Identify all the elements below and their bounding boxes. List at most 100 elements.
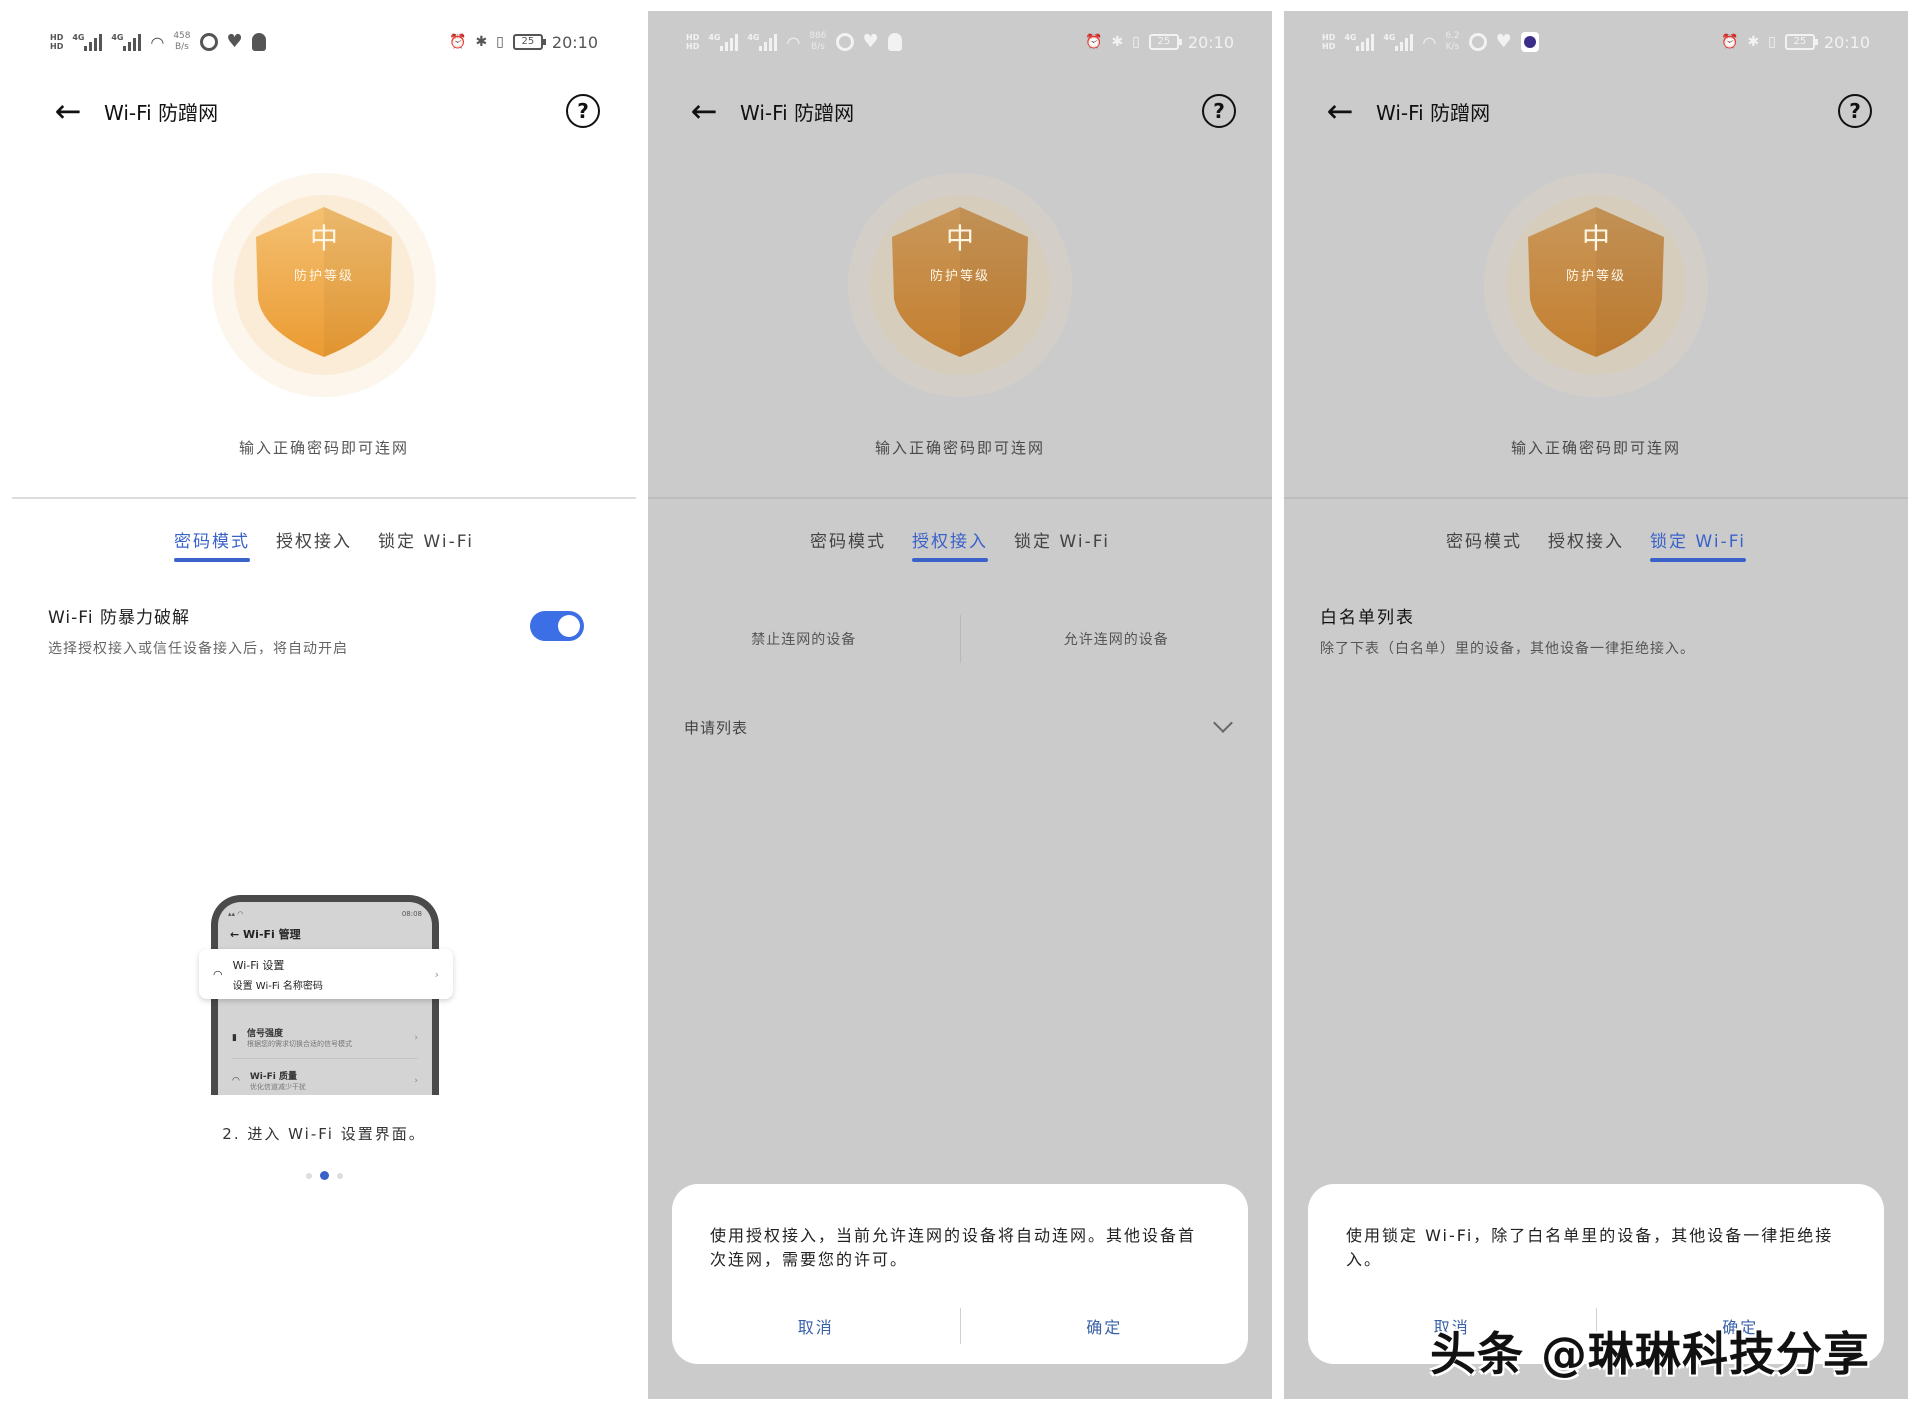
device-segments: 禁止连网的设备 允许连网的设备 bbox=[648, 615, 1272, 663]
mock-header: ← Wi-Fi 管理 bbox=[230, 926, 301, 942]
mock-card-title: Wi-Fi 设置 bbox=[232, 958, 285, 972]
cancel-button[interactable]: 取消 bbox=[672, 1314, 960, 1338]
signal-bars-icon: ▮ bbox=[232, 1032, 237, 1043]
alarm-icon: ⏰ bbox=[1085, 34, 1103, 50]
arrow-left-icon: ← bbox=[54, 92, 82, 130]
whitelist-title: 白名单列表 bbox=[1320, 608, 1415, 628]
tab-authorized-access[interactable]: 授权接入 bbox=[276, 527, 352, 562]
page-indicator bbox=[12, 1171, 636, 1180]
help-button[interactable]: ? bbox=[1202, 94, 1236, 128]
network-type-label: 4G bbox=[747, 33, 760, 42]
request-list-header[interactable]: 申请列表 bbox=[684, 707, 1236, 747]
page-dot-active[interactable] bbox=[319, 1171, 329, 1180]
network-speed: 6.2 K/s bbox=[1445, 31, 1459, 53]
signal-icon: 4G bbox=[111, 33, 142, 51]
wifi-icon: ◠ bbox=[232, 1075, 240, 1086]
confirm-button[interactable]: 确定 bbox=[961, 1314, 1249, 1338]
protection-level-badge: 中 防护等级 bbox=[212, 173, 436, 397]
tutorial-caption: 2. 进入 Wi-Fi 设置界面。 bbox=[222, 1125, 426, 1143]
app-notification-icon bbox=[1520, 32, 1539, 52]
network-speed: 886 B/s bbox=[809, 31, 826, 53]
screen-authorized-access: HD HD 4G 4G ◠ 886 B/s ♥ ⏰ ✱ ▯ 25 20:10 ← W… bbox=[648, 11, 1272, 1399]
vibrate-icon: ▯ bbox=[496, 34, 504, 50]
speed-unit: B/s bbox=[810, 42, 825, 52]
qq-icon bbox=[887, 33, 902, 51]
dialog-message: 使用授权接入，当前允许连网的设备将自动连网。其他设备首次连网，需要您的许可。 bbox=[710, 1226, 1197, 1269]
arrow-left-icon: ← bbox=[690, 92, 718, 130]
brute-force-toggle[interactable] bbox=[530, 611, 584, 641]
help-button[interactable]: ? bbox=[566, 94, 600, 128]
title-bar: ← Wi-Fi 防蹭网 ? bbox=[684, 81, 1236, 141]
battery-icon: 25 bbox=[1148, 34, 1182, 50]
blocked-devices-button[interactable]: 禁止连网的设备 bbox=[648, 615, 960, 663]
protection-level: 中 bbox=[1581, 222, 1610, 255]
protection-level-badge: 中 防护等级 bbox=[1484, 173, 1708, 397]
tutorial-illustration: ▴▴ ◠ 08:08 ← Wi-Fi 管理 ▮ 信号强度 根据您的需求切换合适的信号… bbox=[199, 881, 453, 1096]
divider bbox=[648, 497, 1272, 499]
mock-row-title: 信号强度 bbox=[246, 1029, 283, 1039]
question-icon: ? bbox=[1849, 99, 1861, 123]
title-bar: ← Wi-Fi 防蹭网 ? bbox=[1320, 81, 1872, 141]
tab-authorized-access[interactable]: 授权接入 bbox=[1548, 527, 1624, 562]
mock-card-subtitle: 设置 Wi-Fi 名称密码 bbox=[232, 980, 323, 992]
battery-level: 25 bbox=[1157, 36, 1171, 47]
status-bar: HD HD 4G 4G ◠ 458 B/s ♥ ⏰ ✱ ▯ 25 20:10 bbox=[50, 29, 598, 55]
whitelist-section: 白名单列表 除了下表（白名单）里的设备，其他设备一律拒绝接入。 bbox=[1320, 603, 1872, 658]
mode-hint: 输入正确密码即可连网 bbox=[874, 439, 1045, 457]
tab-password-mode[interactable]: 密码模式 bbox=[810, 527, 886, 562]
signal-icon: 4G bbox=[1344, 33, 1375, 51]
allowed-devices-button[interactable]: 允许连网的设备 bbox=[961, 615, 1273, 663]
protection-level-badge: 中 防护等级 bbox=[848, 173, 1072, 397]
health-icon: ♥ bbox=[862, 31, 879, 52]
page-title: Wi-Fi 防蹭网 bbox=[740, 100, 855, 125]
tab-lock-wifi[interactable]: 锁定 Wi-Fi bbox=[1014, 527, 1110, 562]
signal-icon: 4G bbox=[708, 33, 739, 51]
alarm-icon: ⏰ bbox=[449, 34, 467, 50]
mock-status-bar: ▴▴ ◠ 08:08 bbox=[228, 910, 422, 918]
tab-lock-wifi[interactable]: 锁定 Wi-Fi bbox=[378, 527, 474, 562]
whitelist-description: 除了下表（白名单）里的设备，其他设备一律拒绝接入。 bbox=[1320, 641, 1695, 657]
page-title: Wi-Fi 防蹭网 bbox=[104, 100, 219, 125]
mode-hint: 输入正确密码即可连网 bbox=[238, 439, 409, 457]
speed-unit: K/s bbox=[1445, 42, 1460, 52]
wifi-icon: ◠ bbox=[150, 32, 165, 52]
confirm-dialog: 使用授权接入，当前允许连网的设备将自动连网。其他设备首次连网，需要您的许可。 取… bbox=[672, 1184, 1248, 1364]
battery-level: 25 bbox=[521, 36, 535, 47]
timer-icon bbox=[1468, 33, 1487, 51]
mode-hint: 输入正确密码即可连网 bbox=[1510, 439, 1681, 457]
tab-authorized-access[interactable]: 授权接入 bbox=[912, 527, 989, 562]
hd-volte-icon: HD HD bbox=[1322, 33, 1336, 51]
mode-tabs: 密码模式 授权接入 锁定 Wi-Fi bbox=[1284, 527, 1908, 562]
tab-password-mode[interactable]: 密码模式 bbox=[1446, 527, 1522, 562]
mock-back-icon: ← bbox=[230, 928, 244, 941]
question-icon: ? bbox=[1213, 99, 1225, 123]
back-button[interactable]: ← bbox=[1320, 91, 1360, 131]
help-button[interactable]: ? bbox=[1838, 94, 1872, 128]
status-bar: HD HD 4G 4G ◠ 886 B/s ♥ ⏰ ✱ ▯ 25 20:10 bbox=[686, 29, 1234, 55]
speed-value: 886 bbox=[809, 31, 827, 41]
protection-level-label: 防护等级 bbox=[929, 269, 990, 284]
divider bbox=[1284, 497, 1908, 499]
mock-highlight-card: ◠ Wi-Fi 设置 设置 Wi-Fi 名称密码 › bbox=[199, 949, 453, 999]
back-button[interactable]: ← bbox=[684, 91, 724, 131]
dialog-actions: 取消 确定 bbox=[672, 1306, 1248, 1346]
dialog-message: 使用锁定 Wi-Fi，除了白名单里的设备，其他设备一律拒绝接入。 bbox=[1346, 1226, 1834, 1269]
protection-level-label: 防护等级 bbox=[1565, 269, 1626, 284]
wifi-icon: ◠ bbox=[786, 32, 801, 52]
watermark: 头条 @琳琳科技分享 bbox=[1430, 1327, 1871, 1381]
page-dot[interactable] bbox=[336, 1172, 343, 1179]
screen-password-mode: HD HD 4G 4G ◠ 458 B/s ♥ ⏰ ✱ ▯ 25 20:10 ← W… bbox=[12, 11, 636, 1399]
divider bbox=[12, 497, 636, 499]
tab-lock-wifi[interactable]: 锁定 Wi-Fi bbox=[1650, 527, 1746, 562]
hd-volte-icon: HD HD bbox=[50, 33, 64, 51]
page-dot[interactable] bbox=[305, 1172, 312, 1179]
tab-password-mode[interactable]: 密码模式 bbox=[174, 527, 251, 562]
network-type-label: 4G bbox=[708, 33, 721, 42]
protection-level-label: 防护等级 bbox=[293, 269, 354, 284]
qq-icon bbox=[251, 33, 266, 51]
protection-level: 中 bbox=[945, 222, 974, 255]
mock-signal-icon: ▴▴ ◠ bbox=[228, 910, 244, 918]
mock-row: ◠ Wi-Fi 质量 优化信道减少干扰 › bbox=[232, 1060, 418, 1095]
setting-title: Wi-Fi 防暴力破解 bbox=[48, 608, 190, 628]
back-button[interactable]: ← bbox=[48, 91, 88, 131]
